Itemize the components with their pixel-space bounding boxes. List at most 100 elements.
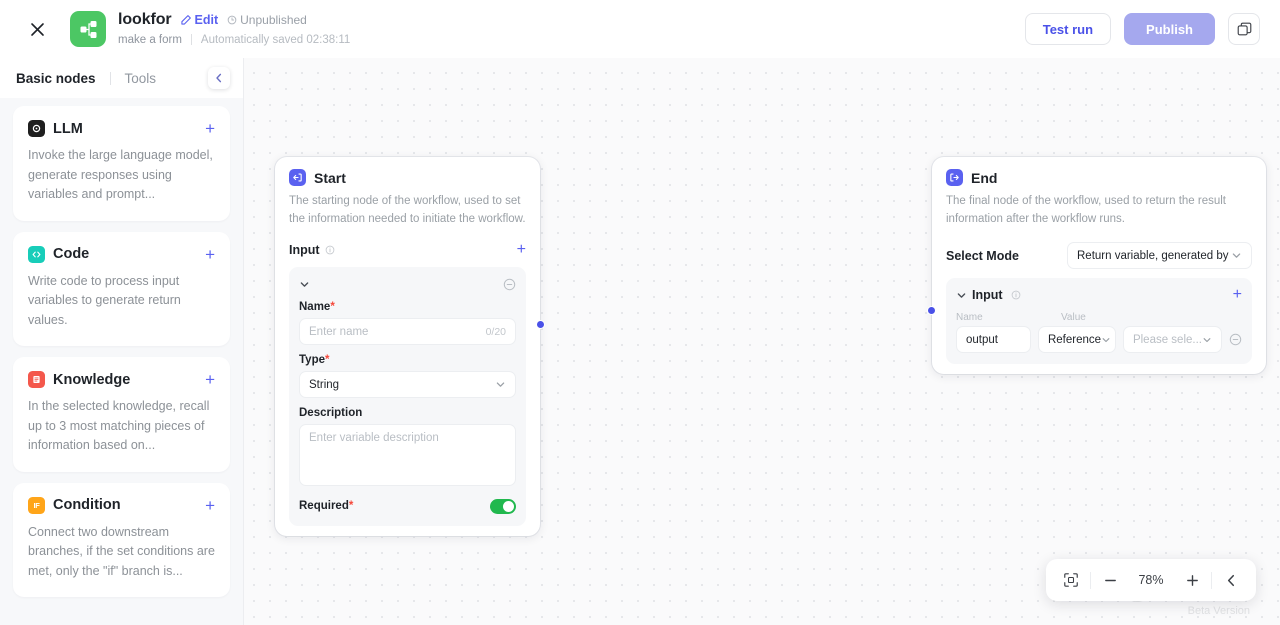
node-card-title: Code xyxy=(53,246,89,262)
start-node[interactable]: Start The starting node of the workflow,… xyxy=(275,157,540,536)
end-row-variable-select[interactable]: Please sele... xyxy=(1123,326,1222,353)
end-row-variable-placeholder: Please sele... xyxy=(1133,334,1202,346)
info-icon[interactable] xyxy=(1011,290,1021,300)
edit-button[interactable]: Edit xyxy=(181,13,219,27)
start-name-counter: 0/20 xyxy=(486,326,506,338)
app-subtitle: make a form xyxy=(118,34,182,46)
start-input-section-header: Input + xyxy=(289,241,526,259)
node-card-head: IF Condition + xyxy=(28,497,215,514)
end-node-description: The final node of the workflow, used to … xyxy=(946,193,1252,228)
zoombar-collapse-button[interactable] xyxy=(1212,565,1250,595)
minus-circle-icon xyxy=(1229,333,1242,346)
end-input-row: output Reference Please sele... xyxy=(956,326,1242,353)
add-node-knowledge-button[interactable]: + xyxy=(205,371,215,388)
end-node[interactable]: End The final node of the workflow, used… xyxy=(932,157,1266,374)
node-card-description: Invoke the large language model, generat… xyxy=(28,146,215,205)
chevron-down-icon xyxy=(1202,335,1212,345)
divider xyxy=(191,34,192,45)
chevron-left-icon xyxy=(1225,574,1238,587)
unpublished-circle-icon xyxy=(227,15,237,25)
end-input-collapse-button[interactable] xyxy=(956,290,967,301)
workflow-canvas[interactable]: Start The starting node of the workflow,… xyxy=(244,58,1280,625)
start-input-variable-block: Name* Enter name 0/20 Type* String Descr… xyxy=(289,267,526,526)
end-row-name-input[interactable]: output xyxy=(956,326,1031,353)
chevron-left-icon xyxy=(214,73,224,83)
minus-icon xyxy=(1103,573,1118,588)
zoom-level[interactable]: 78% xyxy=(1129,573,1173,587)
status-badge: Unpublished xyxy=(227,13,307,27)
start-node-description: The starting node of the workflow, used … xyxy=(289,193,526,228)
node-card-title: LLM xyxy=(53,121,83,137)
zoom-in-button[interactable] xyxy=(1173,565,1211,595)
end-select-mode-label: Select Mode xyxy=(946,249,1019,263)
fit-view-button[interactable] xyxy=(1052,565,1090,595)
tab-tools[interactable]: Tools xyxy=(125,71,157,86)
sidebar-collapse-button[interactable] xyxy=(208,67,230,89)
start-input-label: Input xyxy=(289,243,320,257)
end-input-column-headers: Name Value xyxy=(956,312,1242,323)
node-card-title: Knowledge xyxy=(53,372,130,388)
end-input-label: Input xyxy=(972,288,1003,302)
start-type-value: String xyxy=(309,379,339,391)
test-run-button[interactable]: Test run xyxy=(1025,13,1111,45)
plus-icon xyxy=(1185,573,1200,588)
end-node-header: End xyxy=(946,169,1252,186)
start-required-toggle[interactable] xyxy=(490,499,516,514)
start-remove-input-button[interactable] xyxy=(503,278,516,291)
end-node-title: End xyxy=(971,170,997,186)
chevron-down-icon xyxy=(495,379,506,390)
end-select-mode-value: Return variable, generated by the B... xyxy=(1077,250,1231,262)
end-row-reference-select[interactable]: Reference xyxy=(1038,326,1116,353)
knowledge-icon xyxy=(28,371,45,388)
end-row-reference-value: Reference xyxy=(1048,334,1101,346)
workflow-logo-icon xyxy=(78,19,99,40)
start-required-label: Required* xyxy=(299,500,353,512)
node-card-llm[interactable]: LLM + Invoke the large language model, g… xyxy=(13,106,230,221)
start-description-field-label: Description xyxy=(299,407,516,419)
close-button[interactable] xyxy=(20,12,54,46)
start-required-row: Required* xyxy=(299,497,516,515)
node-card-condition[interactable]: IF Condition + Connect two downstream br… xyxy=(13,483,230,598)
node-card-head: Code + xyxy=(28,246,215,263)
llm-icon xyxy=(28,120,45,137)
start-node-title: Start xyxy=(314,170,346,186)
node-card-description: In the selected knowledge, recall up to … xyxy=(28,397,215,456)
node-card-head: LLM + xyxy=(28,120,215,137)
edit-pencil-icon xyxy=(181,14,192,25)
start-description-textarea[interactable]: Enter variable description xyxy=(299,424,516,486)
node-card-knowledge[interactable]: Knowledge + In the selected knowledge, r… xyxy=(13,357,230,472)
add-node-condition-button[interactable]: + xyxy=(205,497,215,514)
publish-button[interactable]: Publish xyxy=(1124,13,1215,45)
end-node-input-handle[interactable] xyxy=(927,306,936,315)
tab-basic-nodes[interactable]: Basic nodes xyxy=(16,71,96,86)
nodes-sidebar: Basic nodes Tools LLM + Invoke the large… xyxy=(0,58,244,625)
start-node-output-handle[interactable] xyxy=(536,320,545,329)
sidebar-tabs: Basic nodes Tools xyxy=(0,58,243,98)
zoom-out-button[interactable] xyxy=(1091,565,1129,595)
app-header: lookfor Edit Unpublished make a form Aut… xyxy=(0,0,1280,58)
start-add-input-button[interactable]: + xyxy=(517,242,526,258)
start-type-select[interactable]: String xyxy=(299,371,516,398)
code-icon xyxy=(28,246,45,263)
end-select-mode-row: Select Mode Return variable, generated b… xyxy=(946,242,1252,269)
end-add-input-button[interactable]: + xyxy=(1233,287,1242,303)
autosave-status: Automatically saved 02:38:11 xyxy=(201,34,350,46)
start-input-collapse-button[interactable] xyxy=(299,279,310,290)
node-card-code[interactable]: Code + Write code to process input varia… xyxy=(13,232,230,347)
end-select-mode-dropdown[interactable]: Return variable, generated by the B... xyxy=(1067,242,1252,269)
add-node-llm-button[interactable]: + xyxy=(205,120,215,137)
node-card-description: Write code to process input variables to… xyxy=(28,272,215,331)
start-name-placeholder: Enter name xyxy=(309,326,368,338)
info-icon[interactable] xyxy=(325,245,335,255)
start-name-input[interactable]: Enter name 0/20 xyxy=(299,318,516,345)
end-row-remove-button[interactable] xyxy=(1229,333,1242,346)
duplicate-button[interactable] xyxy=(1228,13,1260,45)
node-card-head: Knowledge + xyxy=(28,371,215,388)
header-actions: Test run Publish xyxy=(1025,13,1260,45)
app-logo xyxy=(70,11,106,47)
add-node-code-button[interactable]: + xyxy=(205,246,215,263)
title-row-primary: lookfor Edit Unpublished xyxy=(118,10,350,30)
end-row-name-value: output xyxy=(966,334,998,346)
start-input-block-toolbar xyxy=(299,276,516,292)
duplicate-icon xyxy=(1237,22,1252,37)
